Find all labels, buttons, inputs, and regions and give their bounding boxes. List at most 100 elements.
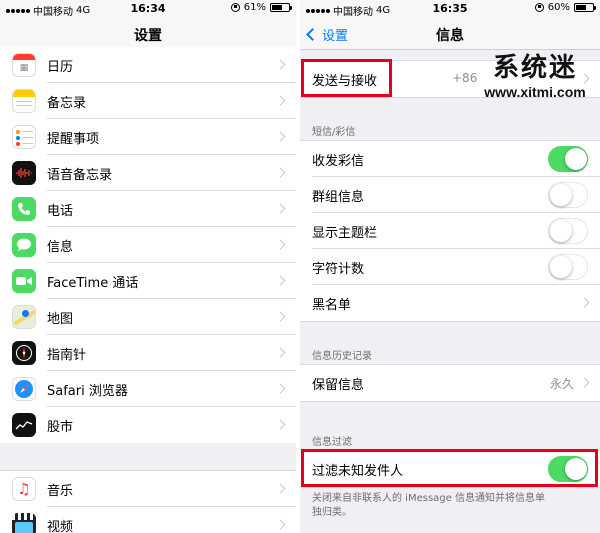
section-header-filter: 信息过滤 bbox=[312, 437, 352, 448]
row-label: 群组信息 bbox=[312, 189, 365, 205]
chevron-right-icon bbox=[275, 347, 286, 358]
messages-icon bbox=[12, 233, 36, 257]
settings-item-messages[interactable]: 信息 bbox=[0, 227, 296, 263]
settings-item-calendar[interactable]: ▦ 日历 bbox=[0, 47, 296, 83]
settings-item-phone[interactable]: 电话 bbox=[0, 191, 296, 227]
settings-item-label: 提醒事项 bbox=[47, 131, 100, 147]
filter-group: 过滤未知发件人 bbox=[300, 450, 600, 488]
nav-bar: 设置 bbox=[0, 18, 296, 50]
calendar-icon: ▦ bbox=[12, 53, 36, 77]
settings-item-facetime[interactable]: FaceTime 通话 bbox=[0, 263, 296, 299]
chevron-right-icon bbox=[275, 203, 286, 214]
settings-item-label: 地图 bbox=[47, 311, 74, 327]
settings-item-label: 音乐 bbox=[47, 483, 74, 499]
settings-group-apps: ▦ 日历 备忘录 提醒事项 语音备忘录 电话 信息 FaceTime 通话 地图… bbox=[0, 47, 296, 443]
settings-item-voice-memos[interactable]: 语音备忘录 bbox=[0, 155, 296, 191]
settings-item-stocks[interactable]: 股市 bbox=[0, 407, 296, 443]
row-label: 过滤未知发件人 bbox=[312, 463, 404, 479]
chevron-right-icon bbox=[275, 59, 286, 70]
music-icon: ♫ bbox=[12, 477, 36, 501]
chevron-right-icon bbox=[275, 419, 286, 430]
group-messaging-toggle[interactable] bbox=[548, 182, 588, 208]
settings-item-label: 视频 bbox=[47, 519, 74, 533]
settings-item-label: 电话 bbox=[47, 203, 74, 219]
chevron-right-icon bbox=[275, 311, 286, 322]
phone-icon bbox=[12, 197, 36, 221]
section-header-sms: 短信/彩信 bbox=[312, 127, 356, 138]
chevron-right-icon bbox=[275, 131, 286, 142]
chevron-right-icon bbox=[275, 483, 286, 494]
settings-item-label: 备忘录 bbox=[47, 95, 87, 111]
row-label: 黑名单 bbox=[312, 297, 352, 313]
settings-item-label: 股市 bbox=[47, 419, 74, 435]
settings-group-media: ♫ 音乐 视频 bbox=[0, 470, 296, 533]
chevron-right-icon bbox=[579, 297, 590, 308]
page-title: 设置 bbox=[134, 28, 162, 44]
battery-icon bbox=[270, 3, 292, 12]
notes-icon bbox=[12, 89, 36, 113]
battery-icon bbox=[574, 3, 596, 12]
settings-item-maps[interactable]: 地图 bbox=[0, 299, 296, 335]
settings-item-label: 指南针 bbox=[47, 347, 87, 363]
nav-bar: 设置 信息 bbox=[300, 18, 600, 50]
battery-percent: 60% bbox=[547, 2, 570, 13]
sms-settings-group: 收发彩信 群组信息 显示主题栏 字符计数 黑名单 bbox=[300, 140, 600, 322]
page-title: 信息 bbox=[436, 28, 464, 44]
filter-unknown-toggle[interactable] bbox=[548, 456, 588, 482]
settings-screen: 中国移动 4G 16:34 61% 设置 ▦ 日历 备忘录 提醒事项 语音备忘录… bbox=[0, 0, 296, 533]
row-label: 收发彩信 bbox=[312, 153, 365, 169]
settings-item-reminders[interactable]: 提醒事项 bbox=[0, 119, 296, 155]
settings-item-compass[interactable]: 指南针 bbox=[0, 335, 296, 371]
chevron-right-icon bbox=[275, 275, 286, 286]
settings-item-label: 语音备忘录 bbox=[47, 167, 113, 183]
safari-icon bbox=[12, 377, 36, 401]
row-label: 显示主题栏 bbox=[312, 225, 378, 241]
status-bar: 中国移动 4G 16:34 61% bbox=[0, 0, 296, 18]
group-messaging-row: 群组信息 bbox=[300, 177, 600, 213]
keep-messages-row[interactable]: 保留信息 永久 bbox=[300, 365, 600, 401]
watermark: 系统迷 www.xitmi.com bbox=[474, 52, 596, 100]
blocked-row[interactable]: 黑名单 bbox=[300, 285, 600, 321]
chevron-right-icon bbox=[275, 167, 286, 178]
chevron-right-icon bbox=[275, 519, 286, 530]
chevron-right-icon bbox=[275, 95, 286, 106]
facetime-icon bbox=[12, 269, 36, 293]
compass-icon bbox=[12, 341, 36, 365]
battery-percent: 61% bbox=[243, 2, 266, 13]
chevron-right-icon bbox=[579, 377, 590, 388]
watermark-url: www.xitmi.com bbox=[484, 84, 586, 100]
character-count-toggle[interactable] bbox=[548, 254, 588, 280]
settings-item-safari[interactable]: Safari 浏览器 bbox=[0, 371, 296, 407]
settings-item-notes[interactable]: 备忘录 bbox=[0, 83, 296, 119]
character-count-row: 字符计数 bbox=[300, 249, 600, 285]
show-subject-row: 显示主题栏 bbox=[300, 213, 600, 249]
rotation-lock-icon bbox=[534, 3, 544, 12]
chevron-right-icon bbox=[275, 383, 286, 394]
stocks-icon bbox=[12, 413, 36, 437]
row-label: 字符计数 bbox=[312, 261, 365, 277]
maps-icon bbox=[12, 305, 36, 329]
keep-messages-value: 永久 bbox=[549, 377, 574, 391]
send-receive-label: 发送与接收 bbox=[312, 73, 378, 89]
filter-footnote: 关闭来自非联系人的 iMessage 信息通知并将信息单独归类。 bbox=[312, 493, 545, 518]
watermark-logo: 系统迷 bbox=[492, 53, 577, 83]
history-group: 保留信息 永久 bbox=[300, 364, 600, 402]
settings-item-label: 日历 bbox=[47, 59, 74, 75]
mms-toggle[interactable] bbox=[548, 146, 588, 172]
videos-icon bbox=[12, 513, 36, 533]
mms-messaging-row: 收发彩信 bbox=[300, 141, 600, 177]
row-label: 保留信息 bbox=[312, 377, 365, 393]
chevron-right-icon bbox=[275, 239, 286, 250]
status-bar: 中国移动 4G 16:35 60% bbox=[300, 0, 600, 18]
settings-item-music[interactable]: ♫ 音乐 bbox=[0, 471, 296, 507]
voice-memos-icon bbox=[12, 161, 36, 185]
section-header-history: 信息历史记录 bbox=[312, 351, 372, 362]
filter-unknown-row: 过滤未知发件人 bbox=[300, 451, 600, 487]
settings-item-label: 信息 bbox=[47, 239, 74, 255]
settings-item-label: FaceTime 通话 bbox=[47, 275, 139, 291]
reminders-icon bbox=[12, 125, 36, 149]
status-right: 60% bbox=[534, 2, 596, 13]
show-subject-toggle[interactable] bbox=[548, 218, 588, 244]
status-right: 61% bbox=[230, 2, 292, 13]
settings-item-videos[interactable]: 视频 bbox=[0, 507, 296, 533]
